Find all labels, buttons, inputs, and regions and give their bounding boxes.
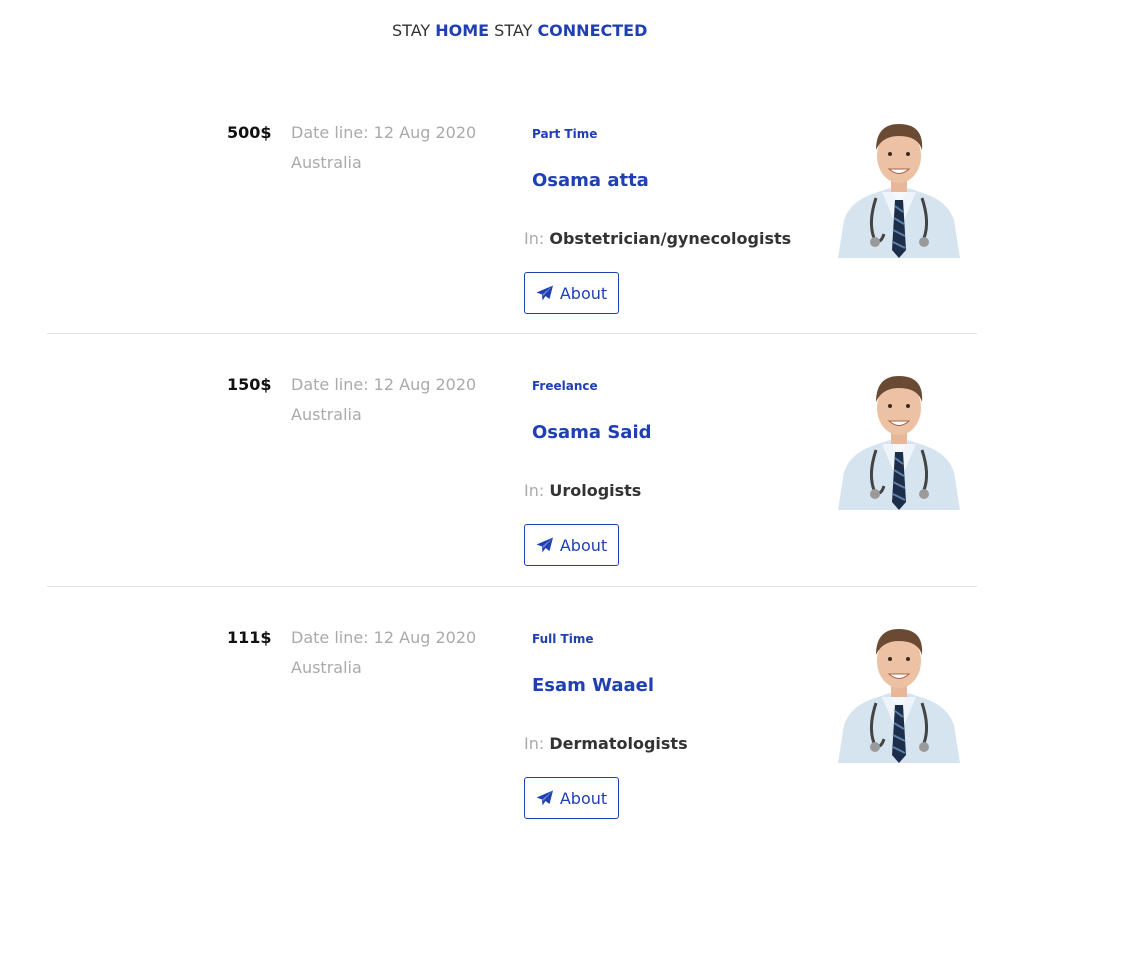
listing-name[interactable]: Esam Waael <box>532 675 654 696</box>
listing-job-type: Freelance <box>532 379 598 393</box>
page: STAY HOME STAY CONNECTED 500$ Date line:… <box>0 0 1140 980</box>
listing-location: Australia <box>291 153 362 172</box>
specialty-value: Dermatologists <box>549 734 688 753</box>
paper-plane-icon <box>536 790 554 806</box>
tagline-part-3: STAY <box>489 21 538 40</box>
listing-job-type: Part Time <box>532 127 598 141</box>
listing-deadline: Date line: 12 Aug 2020 <box>291 628 477 647</box>
specialty-in-label: In: <box>524 734 550 753</box>
listing-name[interactable]: Osama Said <box>532 422 652 443</box>
about-button-label: About <box>559 283 608 303</box>
tagline: STAY HOME STAY CONNECTED <box>392 21 647 40</box>
listing-location: Australia <box>291 405 362 424</box>
specialty-value: Urologists <box>549 481 642 500</box>
about-button-label: About <box>559 788 608 808</box>
listing-name[interactable]: Osama atta <box>532 170 649 191</box>
listing-item: 150$ Date line: 12 Aug 2020 Australia Fr… <box>0 334 1140 587</box>
about-button[interactable]: About <box>524 272 619 314</box>
about-button-label: About <box>559 535 608 555</box>
listing-specialty: In: Dermatologists <box>524 734 688 753</box>
listing-item: 111$ Date line: 12 Aug 2020 Australia Fu… <box>0 587 1140 840</box>
specialty-in-label: In: <box>524 481 550 500</box>
specialty-value: Obstetrician/gynecologists <box>549 229 792 248</box>
listing-deadline: Date line: 12 Aug 2020 <box>291 375 477 394</box>
listing-price: 150$ <box>227 375 272 394</box>
listing-item: 500$ Date line: 12 Aug 2020 Australia Pa… <box>0 82 1140 335</box>
about-button[interactable]: About <box>524 524 619 566</box>
about-button[interactable]: About <box>524 777 619 819</box>
listing-price: 111$ <box>227 628 272 647</box>
doctor-avatar <box>838 374 960 510</box>
doctor-avatar <box>838 122 960 258</box>
tagline-part-4: CONNECTED <box>537 21 648 40</box>
listing-location: Australia <box>291 658 362 677</box>
tagline-part-1: STAY <box>392 21 436 40</box>
paper-plane-icon <box>536 285 554 301</box>
listing-job-type: Full Time <box>532 632 594 646</box>
doctor-avatar <box>838 627 960 763</box>
specialty-in-label: In: <box>524 229 550 248</box>
paper-plane-icon <box>536 537 554 553</box>
listing-deadline: Date line: 12 Aug 2020 <box>291 123 477 142</box>
listing-specialty: In: Obstetrician/gynecologists <box>524 229 791 248</box>
listing-specialty: In: Urologists <box>524 481 641 500</box>
listing-price: 500$ <box>227 123 272 142</box>
tagline-part-2: HOME <box>435 21 490 40</box>
